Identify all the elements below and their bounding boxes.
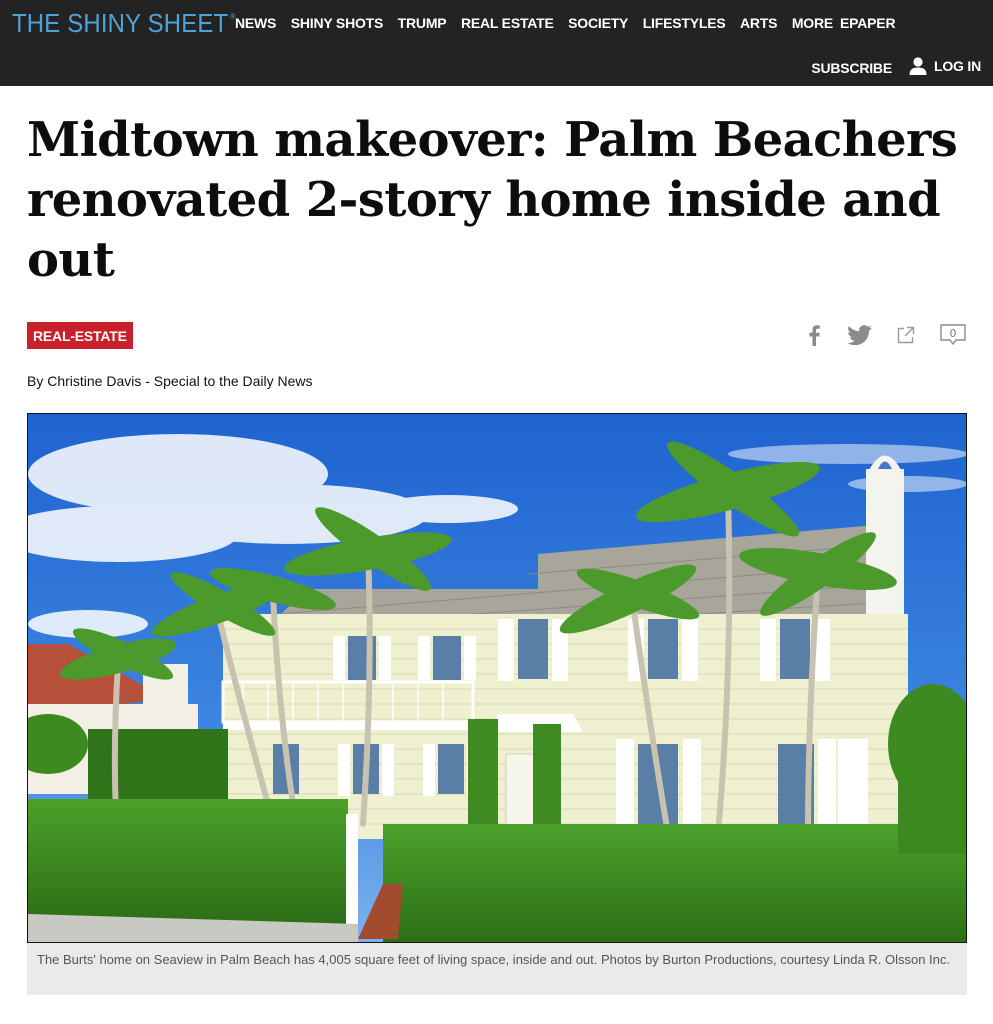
login-link[interactable]: LOG IN [908, 56, 981, 76]
category-tag[interactable]: REAL-ESTATE [27, 322, 133, 349]
login-label: LOG IN [933, 58, 981, 74]
nav-item-society[interactable]: SOCIETY [568, 15, 628, 31]
share-icon[interactable] [893, 322, 919, 348]
main-nav: NEWS SHINY SHOTS TRUMP REAL ESTATE SOCIE… [235, 15, 910, 31]
article-lead-photo[interactable] [27, 413, 967, 943]
account-links: SUBSCRIBE LOG IN [811, 56, 981, 76]
comment-icon[interactable]: 0 [939, 322, 967, 348]
twitter-icon[interactable] [847, 322, 873, 348]
photo-caption: The Burts' home on Seaview in Palm Beach… [27, 943, 967, 995]
nav-item-trump[interactable]: TRUMP [398, 15, 447, 31]
site-logo[interactable]: THE SHINY SHEET ® [12, 8, 236, 39]
nav-item-shiny-shots[interactable]: SHINY SHOTS [291, 15, 384, 31]
house-photo-illustration [28, 414, 966, 942]
article-byline: By Christine Davis - Special to the Dail… [27, 373, 313, 389]
subscribe-link[interactable]: SUBSCRIBE [811, 60, 892, 76]
site-header: THE SHINY SHEET ® NEWS SHINY SHOTS TRUMP … [0, 0, 993, 86]
user-icon [909, 57, 927, 75]
article-headline: Midtown makeover: Palm Beachers renovate… [27, 112, 958, 288]
nav-item-epaper[interactable]: EPAPER [840, 15, 896, 31]
nav-item-real-estate[interactable]: REAL ESTATE [461, 15, 554, 31]
nav-item-arts[interactable]: ARTS [740, 15, 778, 31]
site-logo-text: THE SHINY SHEET [12, 8, 229, 38]
share-bar: 0 [801, 320, 967, 350]
comment-count: 0 [949, 326, 957, 340]
nav-item-more[interactable]: MORE [792, 15, 833, 31]
facebook-icon[interactable] [801, 322, 827, 348]
nav-item-news[interactable]: NEWS [235, 15, 276, 31]
nav-item-lifestyles[interactable]: LIFESTYLES [643, 15, 726, 31]
